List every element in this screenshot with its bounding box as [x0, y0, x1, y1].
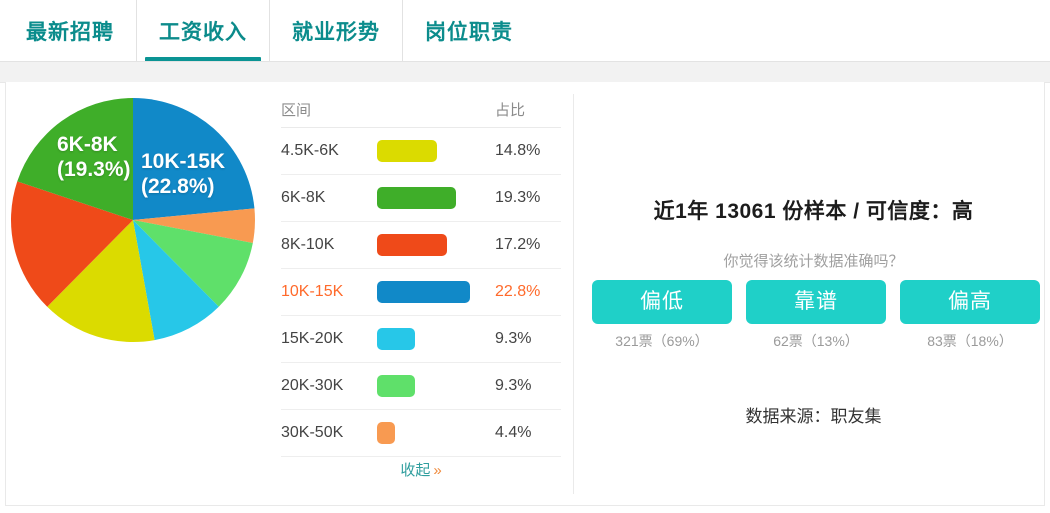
proportion-bar — [377, 375, 415, 397]
tab-list: 最新招聘 工资收入 就业形势 岗位职责 — [0, 0, 1050, 62]
proportion-bar — [377, 187, 456, 209]
vote-option: 靠谱 62票（13%） — [746, 280, 886, 351]
salary-distribution-table: 区间 占比 4.5K-6K 14.8% 6K-8K 19.3% 8K-10K 17.2% 1… — [281, 92, 561, 457]
table-row[interactable]: 10K-15K 22.8% — [281, 269, 561, 316]
tab-3[interactable]: 就业形势 — [269, 0, 402, 62]
cell-range: 4.5K-6K — [281, 142, 339, 159]
column-header-bar-spacer — [377, 98, 495, 122]
vote-option: 偏低 321票（69%） — [592, 280, 732, 351]
vote-option: 偏高 83票（18%） — [900, 280, 1040, 351]
table-row[interactable]: 4.5K-6K 14.8% — [281, 128, 561, 175]
collapse-label: 收起 — [400, 462, 431, 479]
vote-count: 321票（69%） — [615, 333, 709, 349]
vote-count: 62票（13%） — [773, 333, 859, 349]
cell-range: 6K-8K — [281, 189, 326, 206]
cell-percent: 4.4% — [495, 424, 532, 441]
data-source-note: 数据来源：职友集 — [745, 407, 882, 426]
vote-button-3[interactable]: 偏高 — [900, 280, 1040, 324]
cell-bar — [377, 280, 495, 304]
pie-slice-10k-15k[interactable] — [133, 98, 255, 220]
cell-range: 30K-50K — [281, 424, 344, 441]
table-row[interactable]: 6K-8K 19.3% — [281, 175, 561, 222]
tab-bar: 最新招聘 工资收入 就业形势 岗位职责 — [0, 0, 1050, 62]
table-body: 4.5K-6K 14.8% 6K-8K 19.3% 8K-10K 17.2% 10K-15K… — [281, 128, 561, 457]
proportion-bar — [377, 328, 415, 350]
table-row[interactable]: 20K-30K 9.3% — [281, 363, 561, 410]
column-header-percent: 占比 — [495, 102, 526, 119]
survey-question: 你觉得该统计数据准确吗？ — [723, 253, 904, 270]
table-row[interactable]: 30K-50K 4.4% — [281, 410, 561, 457]
cell-percent: 19.3% — [495, 189, 541, 206]
cell-percent: 14.8% — [495, 142, 541, 159]
tab-2[interactable]: 工资收入 — [136, 0, 269, 62]
tab-bottom-strip — [0, 61, 1050, 83]
cell-bar — [377, 421, 495, 445]
vertical-divider — [573, 94, 574, 494]
proportion-bar — [377, 140, 438, 162]
salary-pie-chart: 6K-8K (19.3%) 10K-15K (22.8%) — [9, 94, 259, 346]
cell-percent: 9.3% — [495, 330, 532, 347]
table-row[interactable]: 8K-10K 17.2% — [281, 222, 561, 269]
pie-svg — [11, 98, 255, 342]
salary-stats-page: 最新招聘 工资收入 就业形势 岗位职责 6K-8K (19.3%) 10K-15K (… — [0, 0, 1050, 513]
vote-button-1[interactable]: 偏低 — [592, 280, 732, 324]
proportion-bar — [377, 422, 395, 444]
tab-4[interactable]: 岗位职责 — [402, 0, 535, 62]
sample-size-title: 近1年 13061 份样本 / 可信度：高 — [653, 200, 974, 223]
cell-percent: 9.3% — [495, 377, 532, 394]
table-header-row: 区间 占比 — [281, 92, 561, 128]
collapse-arrow-icon: » — [433, 462, 442, 479]
vote-count: 83票（18%） — [927, 333, 1013, 349]
proportion-bar — [377, 234, 448, 256]
tab-1[interactable]: 最新招聘 — [4, 0, 136, 62]
vote-button-2[interactable]: 靠谱 — [746, 280, 886, 324]
cell-range: 15K-20K — [281, 330, 344, 347]
vote-button-group: 偏低 321票（69%） 靠谱 62票（13%） 偏高 83票（18%） — [592, 280, 1040, 351]
cell-bar — [377, 327, 495, 351]
collapse-link[interactable]: 收起» — [281, 459, 561, 480]
column-header-range: 区间 — [281, 102, 312, 119]
cell-bar — [377, 233, 495, 257]
cell-percent: 17.2% — [495, 236, 541, 253]
cell-percent: 22.8% — [495, 283, 541, 300]
cell-bar — [377, 139, 495, 163]
table-row[interactable]: 15K-20K 9.3% — [281, 316, 561, 363]
cell-range: 10K-15K — [281, 283, 344, 300]
cell-range: 8K-10K — [281, 236, 335, 253]
cell-bar — [377, 186, 495, 210]
cell-range: 20K-30K — [281, 377, 344, 394]
cell-bar — [377, 374, 495, 398]
survey-panel: 近1年 13061 份样本 / 可信度：高 你觉得该统计数据准确吗？ 偏低 321… — [586, 82, 1041, 506]
content-panel: 6K-8K (19.3%) 10K-15K (22.8%) 区间 占比 4.5K… — [5, 82, 1045, 506]
proportion-bar — [377, 281, 470, 303]
